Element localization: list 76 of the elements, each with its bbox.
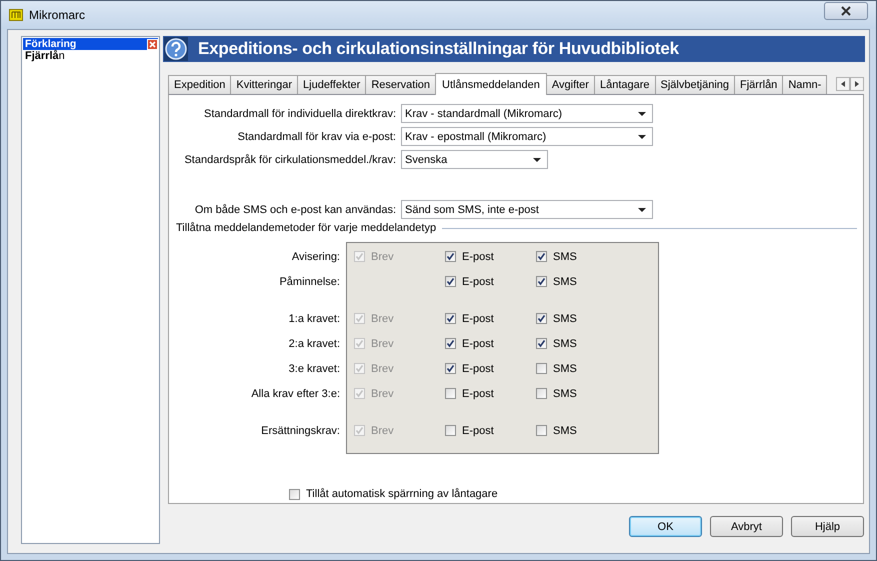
tab[interactable]: Fjärrlån	[734, 75, 784, 94]
checkbox[interactable]: SMS	[536, 424, 577, 436]
check-icon	[355, 252, 364, 261]
dialog-button[interactable]: Avbryt	[710, 516, 783, 537]
tab[interactable]: Självbetjäning	[654, 75, 736, 94]
row-label: 2:a kravet:	[288, 338, 340, 350]
tab[interactable]: Låntagare	[594, 75, 656, 94]
panel-title: Förklaring	[25, 38, 76, 50]
left-arrow-icon	[841, 81, 845, 87]
check-icon	[355, 339, 364, 348]
check-icon	[446, 364, 455, 373]
row-label: Alla krav efter 3:e:	[251, 388, 340, 400]
scroll-right-button[interactable]	[850, 77, 864, 91]
window-title: Mikromarc	[29, 8, 85, 22]
row-label: Avisering:	[292, 250, 340, 262]
close-button[interactable]	[824, 2, 868, 20]
dialog-button[interactable]: Hjälp	[791, 516, 864, 537]
check-icon	[537, 277, 546, 286]
tab[interactable]: Utlånsmeddelanden	[435, 73, 547, 95]
field-label: Standardspråk för cirkulationsmeddel./krav:	[183, 154, 397, 166]
dropdown[interactable]: Krav - standardmall (Mikromarc)	[401, 104, 653, 123]
row-label: 1:a kravet:	[288, 312, 340, 324]
check-icon	[355, 364, 364, 373]
row-label: Påminnelse:	[279, 276, 340, 288]
check-icon	[355, 426, 364, 435]
section-title: Tillåtna meddelandemetoder för varje meddelandetyp	[176, 222, 436, 234]
close-icon	[149, 40, 156, 48]
check-icon	[537, 314, 546, 323]
checkbox[interactable]: SMS	[536, 362, 577, 374]
dropdown[interactable]: Krav - epostmall (Mikromarc)	[401, 127, 653, 146]
check-icon	[446, 252, 455, 261]
dropdown-arrow-icon	[638, 134, 646, 138]
dialog-button[interactable]: OK	[629, 516, 702, 537]
checkbox[interactable]: E-post	[445, 388, 494, 400]
panel-item: Fjärrlån	[24, 50, 66, 62]
check-icon	[537, 339, 546, 348]
right-arrow-icon	[855, 81, 859, 87]
field-label: Standardmall för individuella direktkrav:	[203, 108, 397, 120]
row-label: 3:e kravet:	[288, 362, 340, 374]
header-title: Expeditions- och cirkulationsinställningar för Huvudbibliotek	[198, 39, 679, 59]
dropdown-arrow-icon	[638, 208, 646, 212]
row-label: Ersättningskrav:	[261, 424, 340, 436]
tab[interactable]: Namn-	[782, 75, 828, 94]
check-icon	[446, 339, 455, 348]
checkbox[interactable]: SMS	[536, 250, 577, 262]
check-icon	[355, 314, 364, 323]
checkbox[interactable]: SMS	[536, 312, 577, 324]
scroll-left-button[interactable]	[836, 77, 850, 91]
tab[interactable]: Kvitteringar	[230, 75, 298, 94]
checkbox[interactable]: E-post	[445, 424, 494, 436]
check-icon	[355, 389, 364, 398]
close-icon	[841, 6, 851, 16]
tab[interactable]: Ljudeffekter	[297, 75, 366, 94]
field-label: Om både SMS och e-post kan användas:	[194, 204, 397, 216]
checkbox[interactable]: E-post	[445, 250, 494, 262]
checkbox[interactable]: E-post	[445, 362, 494, 374]
checkbox[interactable]: E-post	[445, 276, 494, 288]
checkbox[interactable]: Tillåt automatisk spärrning av låntagare	[289, 488, 498, 500]
checkbox[interactable]: E-post	[445, 312, 494, 324]
tab[interactable]: Expedition	[168, 75, 232, 94]
dropdown-arrow-icon	[533, 158, 541, 162]
check-icon	[537, 252, 546, 261]
tab[interactable]: Reservation	[365, 75, 436, 94]
tab[interactable]: Avgifter	[546, 75, 595, 94]
dropdown-arrow-icon	[638, 112, 646, 116]
checkbox[interactable]: SMS	[536, 338, 577, 350]
dropdown[interactable]: Svenska	[401, 150, 548, 169]
checkbox[interactable]: SMS	[536, 276, 577, 288]
field-label: Standardmall för krav via e-post:	[236, 130, 397, 142]
checkbox[interactable]: SMS	[536, 388, 577, 400]
check-icon	[446, 314, 455, 323]
help-icon	[164, 37, 188, 61]
dropdown[interactable]: Sänd som SMS, inte e-post	[401, 200, 653, 219]
checkbox[interactable]: E-post	[445, 338, 494, 350]
check-icon	[446, 277, 455, 286]
app-icon	[9, 9, 23, 21]
